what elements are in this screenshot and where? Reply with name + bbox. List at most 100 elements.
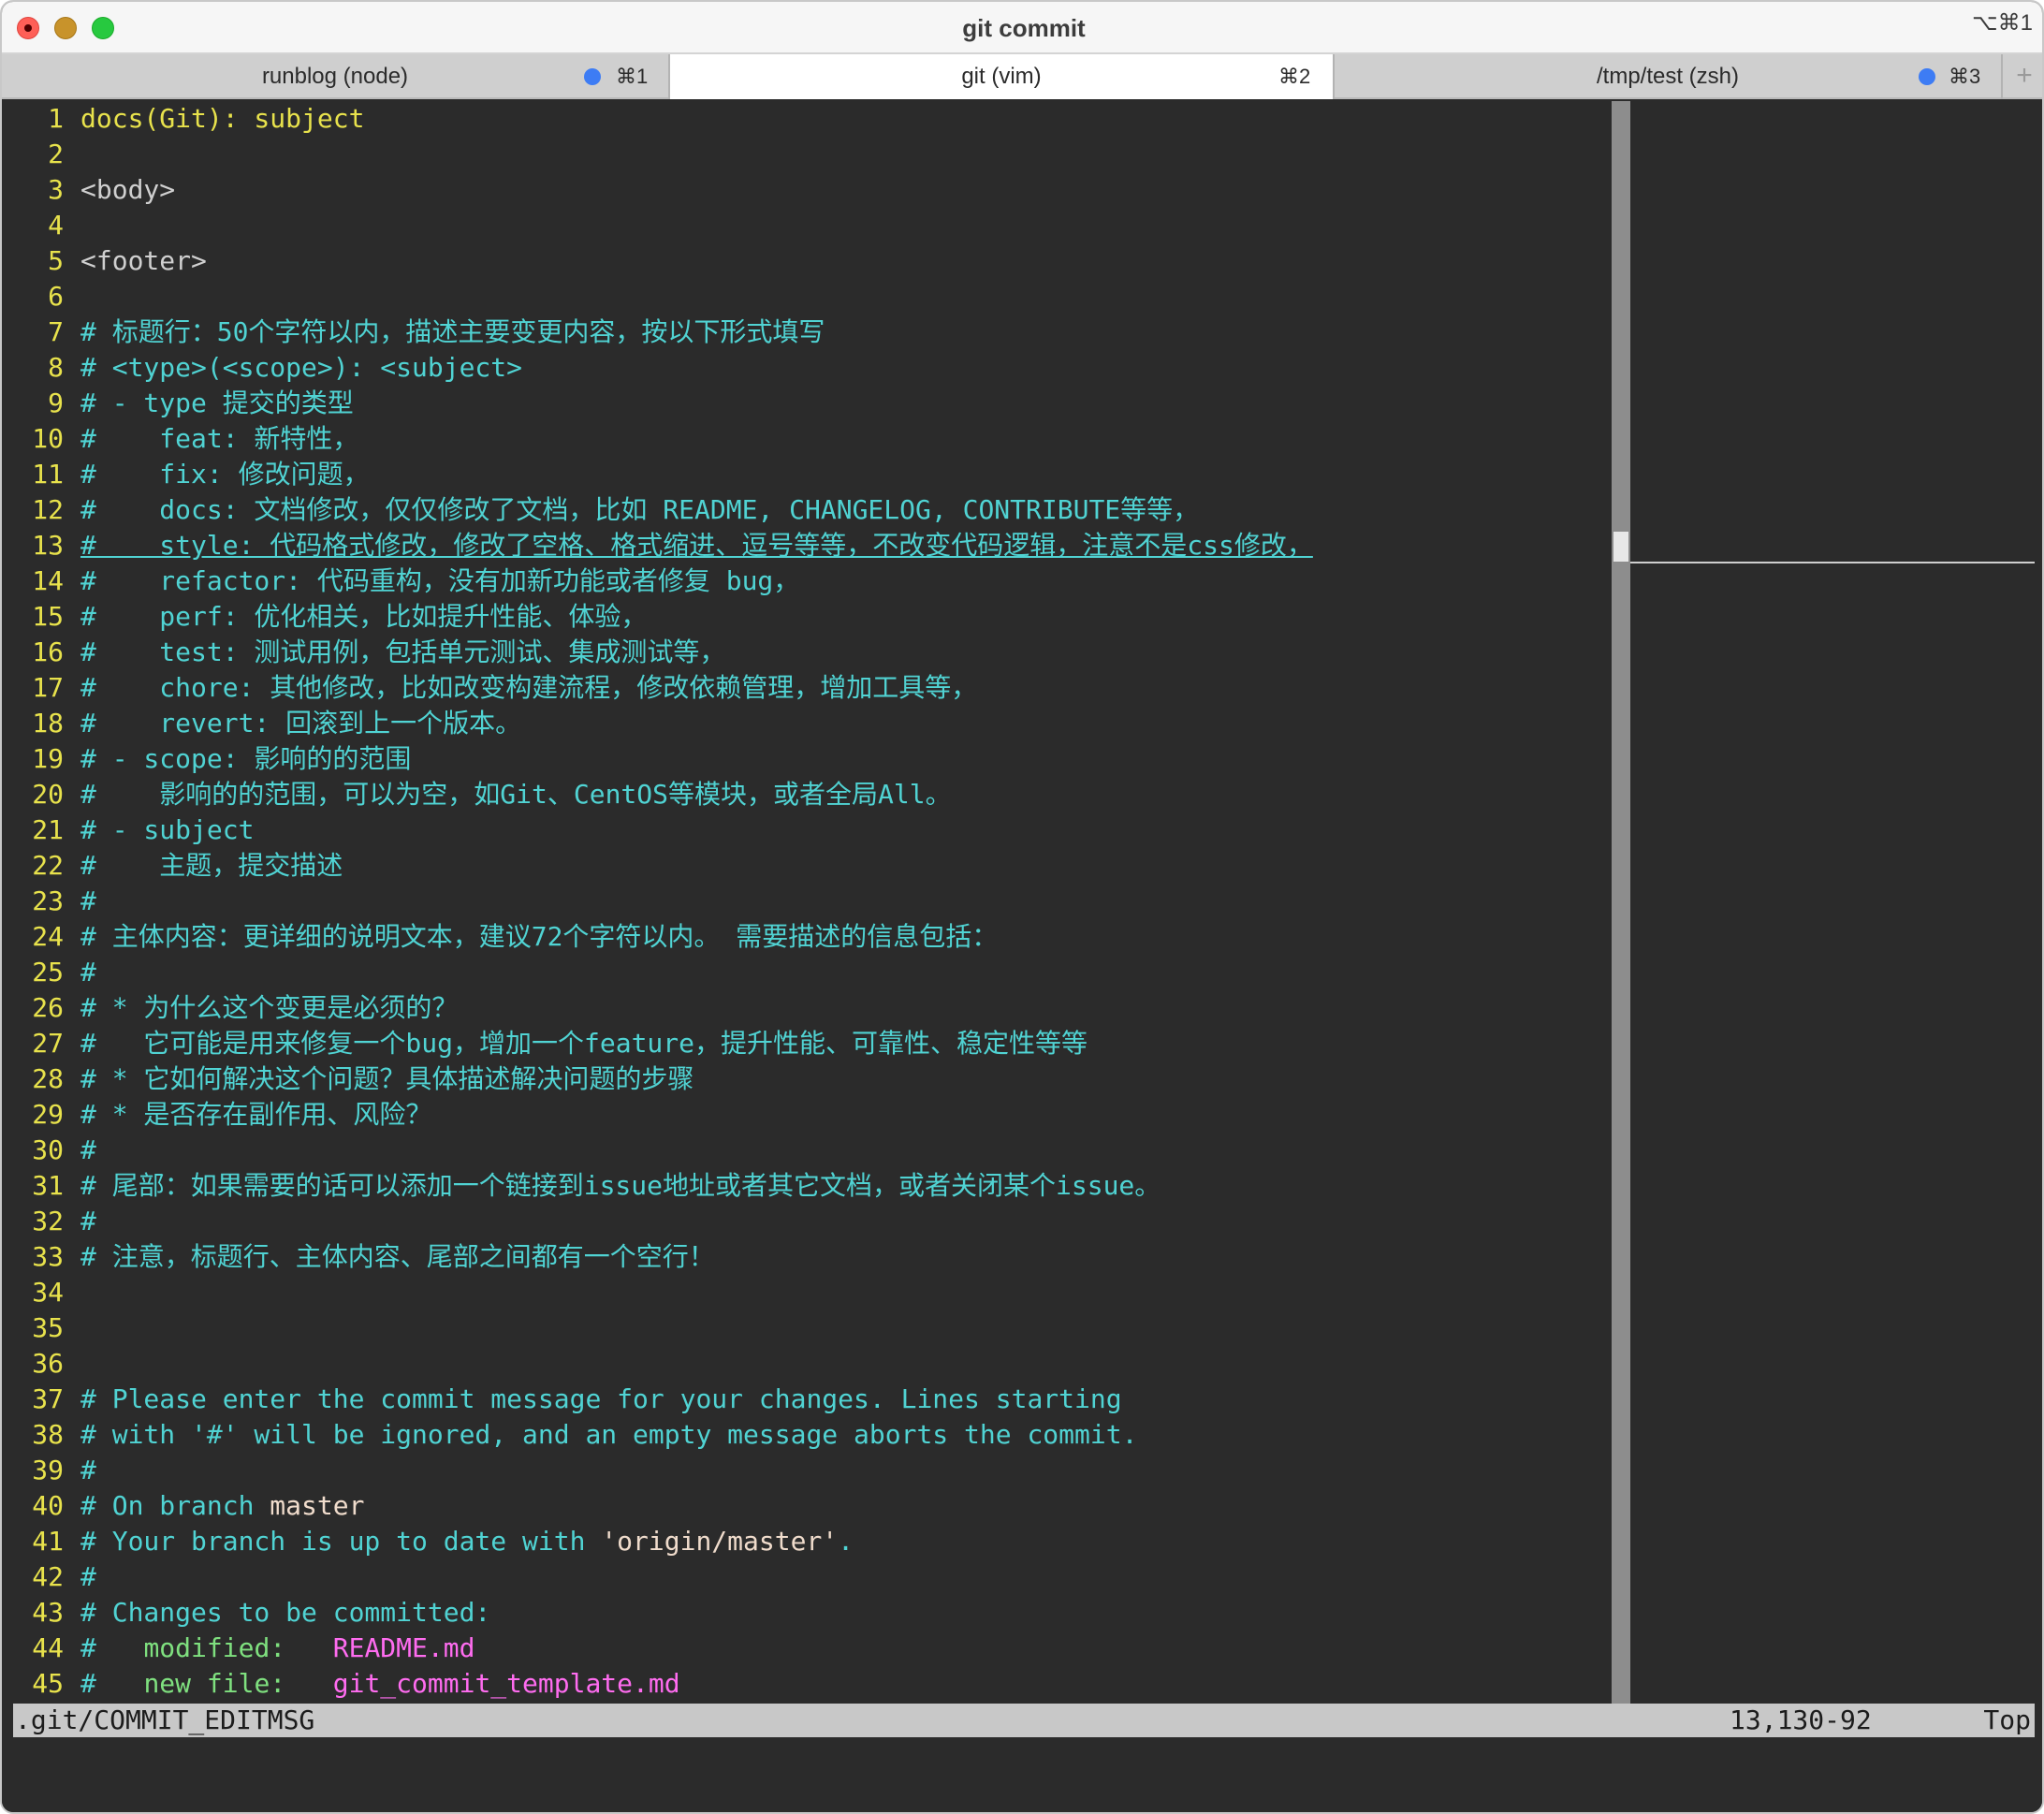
line-text: # Please enter the commit message for yo… — [80, 1383, 1122, 1414]
line-number: 19 — [32, 743, 64, 774]
buffer-line[interactable]: 11 # fix: 修改问题， — [2, 457, 1612, 492]
buffer-line[interactable]: 39 # — [2, 1453, 1612, 1488]
line-text: # chore: 其他修改，比如改变构建流程，修改依赖管理，增加工具等， — [80, 672, 978, 703]
line-text: # — [80, 1561, 96, 1592]
line-text: # 主体内容：更详细的说明文本，建议72个字符以内。 需要描述的信息包括： — [80, 921, 999, 952]
line-number: 27 — [32, 1028, 64, 1059]
window-title: git commit — [962, 14, 1086, 42]
activity-dot-icon — [1919, 68, 1935, 85]
line-number: 12 — [32, 494, 64, 525]
buffer-line[interactable]: 27 # 它可能是用来修复一个bug，增加一个feature，提升性能、可靠性、稳… — [2, 1026, 1612, 1061]
line-text: # with '#' will be ignored, and an empty… — [80, 1419, 1138, 1450]
line-text: modified: — [143, 1632, 333, 1663]
buffer-line[interactable]: 2 — [2, 137, 1612, 172]
buffer-line[interactable]: 31 # 尾部：如果需要的话可以添加一个链接到issue地址或者其它文档，或者关闭… — [2, 1168, 1612, 1204]
buffer-line[interactable]: 22 # 主题，提交描述 — [2, 848, 1612, 884]
buffer-line[interactable]: 5 <footer> — [2, 243, 1612, 279]
line-text: # feat: 新特性， — [80, 423, 359, 454]
tab-bar: runblog (node) ⌘1 git (vim) ⌘2 /tmp/test… — [2, 54, 2042, 99]
buffer-line[interactable]: 41 # Your branch is up to date with 'orig… — [2, 1524, 1612, 1559]
tab-git-vim[interactable]: git (vim) ⌘2 — [670, 54, 1333, 99]
line-number: 14 — [32, 565, 64, 596]
status-filename: .git/COMMIT_EDITMSG — [15, 1704, 315, 1735]
activity-dot-icon — [584, 68, 601, 85]
buffer-line[interactable]: 13 # style: 代码格式修改，修改了空格、格式缩进、逗号等等，不改变代码逻… — [2, 528, 1612, 563]
buffer-line[interactable]: 23 # — [2, 884, 1612, 919]
buffer-line[interactable]: 3 <body> — [2, 172, 1612, 208]
buffer-line[interactable]: 40 # On branch master — [2, 1488, 1612, 1524]
buffer-line[interactable]: 16 # test: 测试用例，包括单元测试、集成测试等， — [2, 635, 1612, 670]
buffer-line[interactable]: 10 # feat: 新特性， — [2, 421, 1612, 457]
line-text: # 标题行：50个字符以内，描述主要变更内容，按以下形式填写 — [80, 316, 825, 347]
line-text: # — [80, 1632, 144, 1663]
line-number: 18 — [32, 708, 64, 739]
buffer-line[interactable]: 1 docs(Git): subject — [2, 101, 1612, 137]
buffer-line[interactable]: 43 # Changes to be committed: — [2, 1595, 1612, 1631]
buffer-line[interactable]: 20 # 影响的的范围，可以为空，如Git、CentOS等模块，或者全局All。 — [2, 777, 1612, 812]
status-cursor-position: 13,130-92 — [1730, 1704, 1872, 1735]
buffer-line[interactable]: 36 — [2, 1346, 1612, 1382]
buffer-line[interactable]: 7 # 标题行：50个字符以内，描述主要变更内容，按以下形式填写 — [2, 315, 1612, 350]
command-line[interactable] — [2, 1737, 2042, 1812]
line-number: 5 — [48, 245, 64, 276]
new-tab-button[interactable]: + — [2001, 54, 2042, 99]
line-number: 44 — [32, 1632, 64, 1663]
line-text: . — [838, 1526, 854, 1557]
buffer-line[interactable]: 14 # refactor: 代码重构，没有加新功能或者修复 bug， — [2, 563, 1612, 599]
buffer-line[interactable]: 33 # 注意，标题行、主体内容、尾部之间都有一个空行！ — [2, 1239, 1612, 1275]
buffer-line[interactable]: 6 — [2, 279, 1612, 315]
line-number: 33 — [32, 1241, 64, 1272]
tab-shortcut: ⌘2 — [1278, 65, 1311, 88]
line-number: 43 — [32, 1597, 64, 1628]
buffer-line[interactable]: 37 # Please enter the commit message for … — [2, 1382, 1612, 1417]
line-text: # Changes to be committed: — [80, 1597, 491, 1628]
buffer-line[interactable]: 12 # docs: 文档修改，仅仅修改了文档，比如 README, CHANGE… — [2, 492, 1612, 528]
line-number: 25 — [32, 957, 64, 987]
buffer-line[interactable]: 35 — [2, 1310, 1612, 1346]
buffer-line[interactable]: 29 # * 是否存在副作用、风险？ — [2, 1097, 1612, 1133]
buffer-line[interactable]: 28 # * 它如何解决这个问题？具体描述解决问题的步骤 — [2, 1061, 1612, 1097]
buffer-line[interactable]: 42 # — [2, 1559, 1612, 1595]
buffer-line[interactable]: 30 # — [2, 1133, 1612, 1168]
buffer-line[interactable]: 25 # — [2, 955, 1612, 990]
buffer-line[interactable]: 8 # <type>(<scope>): <subject> — [2, 350, 1612, 386]
buffer-line[interactable]: 34 — [2, 1275, 1612, 1310]
status-line: .git/COMMIT_EDITMSG 13,130-92 Top — [13, 1704, 2035, 1737]
line-number: 17 — [32, 672, 64, 703]
line-number: 21 — [32, 814, 64, 845]
line-text: # fix: 修改问题， — [80, 459, 370, 490]
line-number: 22 — [32, 850, 64, 881]
buffer-line[interactable]: 24 # 主体内容：更详细的说明文本，建议72个字符以内。 需要描述的信息包括： — [2, 919, 1612, 955]
line-number: 41 — [32, 1526, 64, 1557]
buffer-line[interactable]: 9 # - type 提交的类型 — [2, 386, 1612, 421]
vim-editor[interactable]: 1 docs(Git): subject 2 3 <body> 4 5 <footer> 6 7 #… — [2, 101, 2042, 1704]
buffer-line[interactable]: 19 # - scope: 影响的的范围 — [2, 741, 1612, 777]
line-text: # style: 代码格式修改，修改了空格、格式缩进、逗号等等，不改变代码逻辑，… — [80, 530, 1313, 561]
scrollbar-thumb[interactable] — [1613, 532, 1628, 562]
buffer-line[interactable]: 45 # new file: git_commit_template.md — [2, 1666, 1612, 1702]
buffer-line[interactable]: 44 # modified: README.md — [2, 1631, 1612, 1666]
tab-label: /tmp/test (zsh) — [1596, 64, 1740, 89]
buffer-line[interactable]: 15 # perf: 优化相关，比如提升性能、体验， — [2, 599, 1612, 635]
line-number: 3 — [48, 174, 64, 205]
tab-tmp-test[interactable]: /tmp/test (zsh) ⌘3 — [1333, 54, 2001, 99]
terminal-window: git commit ⌥⌘1 runblog (node) ⌘1 git (vi… — [0, 0, 2044, 1814]
line-number: 34 — [32, 1277, 64, 1308]
cursor-line-rule — [1630, 562, 2035, 563]
line-number: 37 — [32, 1383, 64, 1414]
buffer-line[interactable]: 21 # - subject — [2, 812, 1612, 848]
buffer-line[interactable]: 26 # * 为什么这个变更是必须的？ — [2, 990, 1612, 1026]
tab-runblog[interactable]: runblog (node) ⌘1 — [2, 54, 670, 99]
line-text: # — [80, 1455, 96, 1485]
buffer-line[interactable]: 32 # — [2, 1204, 1612, 1239]
tab-label: git (vim) — [961, 64, 1042, 89]
buffer-line[interactable]: 38 # with '#' will be ignored, and an emp… — [2, 1417, 1612, 1453]
buffer-line[interactable]: 18 # revert: 回滚到上一个版本。 — [2, 706, 1612, 741]
buffer-line[interactable]: 17 # chore: 其他修改，比如改变构建流程，修改依赖管理，增加工具等， — [2, 670, 1612, 706]
line-number: 30 — [32, 1134, 64, 1165]
buffer-line[interactable]: 4 — [2, 208, 1612, 243]
line-number: 23 — [32, 885, 64, 916]
line-text: master — [270, 1490, 365, 1521]
scrollbar[interactable] — [1612, 101, 1630, 1704]
line-text: # * 它如何解决这个问题？具体描述解决问题的步骤 — [80, 1063, 694, 1094]
